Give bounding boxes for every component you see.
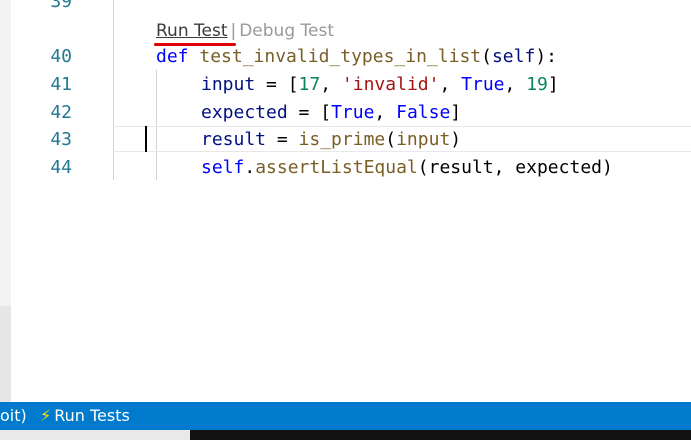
code-token: , — [504, 74, 527, 95]
code-token: ) — [450, 129, 462, 150]
code-token: , — [320, 74, 342, 95]
line-number-40: 40 — [50, 46, 72, 67]
status-bar: oit) ⚡ Run Tests — [0, 402, 691, 430]
indent-guide-inner — [156, 70, 157, 180]
taskbar-strip-dark — [190, 430, 691, 440]
run-tests-button[interactable]: ⚡ Run Tests — [40, 402, 130, 430]
code-token: ] — [547, 74, 559, 95]
code-token: False — [396, 102, 451, 123]
code-line-42[interactable]: expected = [True, False] — [201, 103, 461, 123]
line-number-43: 43 — [50, 129, 72, 150]
line-number-42: 42 — [50, 102, 72, 123]
code-token: self — [201, 157, 245, 178]
left-panel-strip-lower — [0, 306, 11, 402]
code-token: def — [156, 46, 189, 67]
line-number-44: 44 — [50, 157, 72, 178]
run-test-codelens[interactable]: Run Test — [156, 21, 227, 41]
code-token: = — [266, 129, 299, 150]
code-token: ): — [535, 46, 558, 67]
code-token: 19 — [526, 74, 548, 95]
code-token: self — [491, 46, 536, 67]
indent-guide-outer — [113, 0, 114, 180]
text-cursor — [145, 126, 147, 152]
code-line-40[interactable]: def test_invalid_types_in_list(self): — [156, 47, 557, 67]
code-token: is_prime — [298, 129, 386, 150]
code-token: test_invalid_types_in_list — [199, 46, 482, 67]
code-token: True — [331, 102, 375, 123]
run-tests-label: Run Tests — [54, 406, 130, 425]
line-number-39: 39 — [50, 0, 72, 12]
code-line-44[interactable]: self.assertListEqual(result, expected) — [201, 158, 613, 178]
code-token: = [ — [287, 102, 332, 123]
debug-test-codelens[interactable]: Debug Test — [239, 21, 334, 41]
code-token: expected — [201, 102, 288, 123]
code-token: 17 — [298, 74, 321, 95]
status-bar-left-fragment[interactable]: oit) — [0, 402, 27, 430]
lightning-bolt-icon: ⚡ — [40, 406, 52, 425]
code-token: ( — [385, 129, 397, 150]
code-token: input — [396, 129, 451, 150]
code-token: input — [201, 74, 256, 95]
code-token: assertListEqual — [255, 157, 418, 178]
code-token: , — [439, 74, 462, 95]
code-token: = [ — [255, 74, 299, 95]
code-token: ( — [481, 46, 492, 67]
line-number-41: 41 — [50, 74, 72, 95]
code-token: ] — [450, 102, 462, 123]
code-token: 'invalid' — [341, 74, 440, 95]
code-line-41[interactable]: input = [17, 'invalid', True, 19] — [201, 75, 559, 95]
code-token: result — [201, 129, 267, 150]
codelens: Run Test | Debug Test — [156, 21, 334, 41]
code-line-43[interactable]: result = is_prime(input) — [201, 130, 461, 150]
code-token: , — [374, 102, 397, 123]
code-token: True — [461, 74, 505, 95]
code-token: (result, expected) — [417, 157, 613, 178]
codelens-separator: | — [230, 21, 237, 41]
code-token: . — [244, 157, 256, 178]
